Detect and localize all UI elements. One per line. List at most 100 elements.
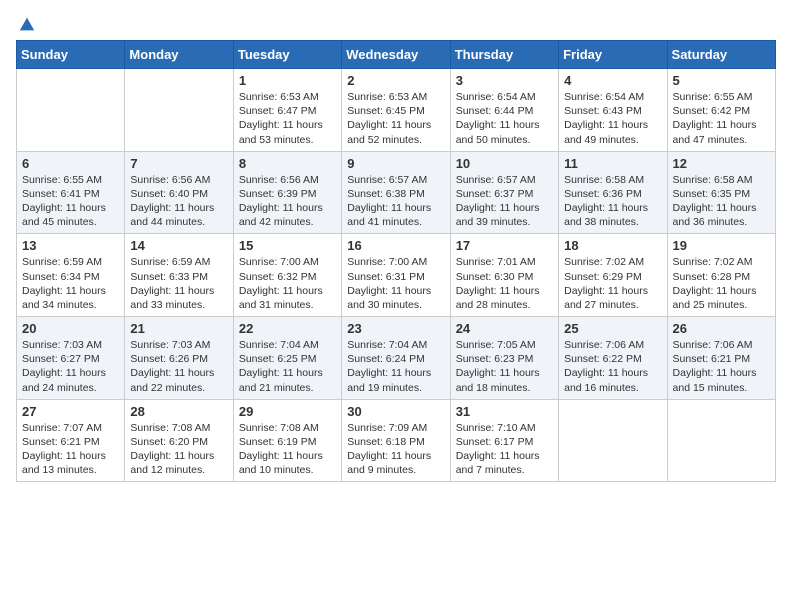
day-number: 19 (673, 238, 770, 253)
day-number: 8 (239, 156, 336, 171)
calendar-week-row: 1 Sunrise: 6:53 AMSunset: 6:47 PMDaylight… (17, 69, 776, 152)
day-info: Sunrise: 6:56 AMSunset: 6:39 PMDaylight:… (239, 173, 336, 230)
weekday-header-wednesday: Wednesday (342, 41, 450, 69)
calendar-cell: 12 Sunrise: 6:58 AMSunset: 6:35 PMDayligh… (667, 151, 775, 234)
calendar-cell: 25 Sunrise: 7:06 AMSunset: 6:22 PMDayligh… (559, 317, 667, 400)
day-number: 26 (673, 321, 770, 336)
day-number: 11 (564, 156, 661, 171)
calendar-cell: 22 Sunrise: 7:04 AMSunset: 6:25 PMDayligh… (233, 317, 341, 400)
calendar-cell: 11 Sunrise: 6:58 AMSunset: 6:36 PMDayligh… (559, 151, 667, 234)
day-number: 23 (347, 321, 444, 336)
calendar-cell: 18Sunrise: 7:02 AMSunset: 6:29 PMDayligh… (559, 234, 667, 317)
calendar-cell: 2 Sunrise: 6:53 AMSunset: 6:45 PMDaylight… (342, 69, 450, 152)
calendar-cell: 14Sunrise: 6:59 AMSunset: 6:33 PMDayligh… (125, 234, 233, 317)
calendar-cell: 29Sunrise: 7:08 AMSunset: 6:19 PMDayligh… (233, 399, 341, 482)
weekday-header-sunday: Sunday (17, 41, 125, 69)
logo-icon (18, 16, 36, 34)
day-info: Sunrise: 7:08 AMSunset: 6:20 PMDaylight:… (130, 421, 227, 478)
day-info: Sunrise: 7:00 AMSunset: 6:32 PMDaylight:… (239, 255, 336, 312)
day-info: Sunrise: 6:58 AMSunset: 6:36 PMDaylight:… (564, 173, 661, 230)
calendar-cell: 24 Sunrise: 7:05 AMSunset: 6:23 PMDayligh… (450, 317, 558, 400)
day-info: Sunrise: 6:55 AMSunset: 6:42 PMDaylight:… (673, 90, 770, 147)
calendar-cell: 4Sunrise: 6:54 AMSunset: 6:43 PMDaylight… (559, 69, 667, 152)
calendar-cell: 21 Sunrise: 7:03 AMSunset: 6:26 PMDayligh… (125, 317, 233, 400)
day-info: Sunrise: 7:09 AMSunset: 6:18 PMDaylight:… (347, 421, 444, 478)
day-number: 15 (239, 238, 336, 253)
page-header (16, 16, 776, 28)
day-number: 3 (456, 73, 553, 88)
calendar-cell: 17 Sunrise: 7:01 AMSunset: 6:30 PMDayligh… (450, 234, 558, 317)
calendar-week-row: 20Sunrise: 7:03 AMSunset: 6:27 PMDayligh… (17, 317, 776, 400)
day-number: 9 (347, 156, 444, 171)
day-info: Sunrise: 7:03 AMSunset: 6:27 PMDaylight:… (22, 338, 119, 395)
day-info: Sunrise: 6:55 AMSunset: 6:41 PMDaylight:… (22, 173, 119, 230)
logo (16, 16, 36, 28)
weekday-header-thursday: Thursday (450, 41, 558, 69)
calendar-week-row: 13 Sunrise: 6:59 AMSunset: 6:34 PMDayligh… (17, 234, 776, 317)
day-info: Sunrise: 7:01 AMSunset: 6:30 PMDaylight:… (456, 255, 553, 312)
day-number: 30 (347, 404, 444, 419)
day-number: 1 (239, 73, 336, 88)
calendar-cell (667, 399, 775, 482)
day-number: 21 (130, 321, 227, 336)
calendar-cell: 26 Sunrise: 7:06 AMSunset: 6:21 PMDayligh… (667, 317, 775, 400)
day-info: Sunrise: 7:03 AMSunset: 6:26 PMDaylight:… (130, 338, 227, 395)
calendar-cell: 30 Sunrise: 7:09 AMSunset: 6:18 PMDayligh… (342, 399, 450, 482)
calendar-week-row: 27Sunrise: 7:07 AMSunset: 6:21 PMDayligh… (17, 399, 776, 482)
calendar-week-row: 6 Sunrise: 6:55 AMSunset: 6:41 PMDaylight… (17, 151, 776, 234)
calendar-table: SundayMondayTuesdayWednesdayThursdayFrid… (16, 40, 776, 482)
calendar-cell: 1 Sunrise: 6:53 AMSunset: 6:47 PMDaylight… (233, 69, 341, 152)
day-number: 6 (22, 156, 119, 171)
day-info: Sunrise: 7:10 AMSunset: 6:17 PMDaylight:… (456, 421, 553, 478)
calendar-cell: 15 Sunrise: 7:00 AMSunset: 6:32 PMDayligh… (233, 234, 341, 317)
calendar-cell: 13 Sunrise: 6:59 AMSunset: 6:34 PMDayligh… (17, 234, 125, 317)
day-number: 12 (673, 156, 770, 171)
calendar-cell: 16Sunrise: 7:00 AMSunset: 6:31 PMDayligh… (342, 234, 450, 317)
day-info: Sunrise: 6:53 AMSunset: 6:45 PMDaylight:… (347, 90, 444, 147)
day-number: 13 (22, 238, 119, 253)
day-number: 18 (564, 238, 661, 253)
weekday-header-row: SundayMondayTuesdayWednesdayThursdayFrid… (17, 41, 776, 69)
weekday-header-tuesday: Tuesday (233, 41, 341, 69)
day-info: Sunrise: 7:02 AMSunset: 6:28 PMDaylight:… (673, 255, 770, 312)
calendar-cell (559, 399, 667, 482)
day-info: Sunrise: 7:06 AMSunset: 6:21 PMDaylight:… (673, 338, 770, 395)
day-info: Sunrise: 6:59 AMSunset: 6:34 PMDaylight:… (22, 255, 119, 312)
calendar-cell: 5 Sunrise: 6:55 AMSunset: 6:42 PMDaylight… (667, 69, 775, 152)
day-number: 28 (130, 404, 227, 419)
day-info: Sunrise: 6:56 AMSunset: 6:40 PMDaylight:… (130, 173, 227, 230)
day-info: Sunrise: 6:53 AMSunset: 6:47 PMDaylight:… (239, 90, 336, 147)
calendar-cell: 8 Sunrise: 6:56 AMSunset: 6:39 PMDaylight… (233, 151, 341, 234)
day-info: Sunrise: 6:54 AMSunset: 6:43 PMDaylight:… (564, 90, 661, 147)
day-number: 5 (673, 73, 770, 88)
calendar-cell: 28 Sunrise: 7:08 AMSunset: 6:20 PMDayligh… (125, 399, 233, 482)
day-info: Sunrise: 7:06 AMSunset: 6:22 PMDaylight:… (564, 338, 661, 395)
calendar-cell: 6 Sunrise: 6:55 AMSunset: 6:41 PMDaylight… (17, 151, 125, 234)
day-info: Sunrise: 6:59 AMSunset: 6:33 PMDaylight:… (130, 255, 227, 312)
calendar-cell (17, 69, 125, 152)
calendar-cell: 7 Sunrise: 6:56 AMSunset: 6:40 PMDaylight… (125, 151, 233, 234)
day-info: Sunrise: 6:57 AMSunset: 6:37 PMDaylight:… (456, 173, 553, 230)
day-info: Sunrise: 7:05 AMSunset: 6:23 PMDaylight:… (456, 338, 553, 395)
day-number: 24 (456, 321, 553, 336)
day-number: 17 (456, 238, 553, 253)
day-info: Sunrise: 7:04 AMSunset: 6:24 PMDaylight:… (347, 338, 444, 395)
calendar-cell: 27Sunrise: 7:07 AMSunset: 6:21 PMDayligh… (17, 399, 125, 482)
day-info: Sunrise: 6:58 AMSunset: 6:35 PMDaylight:… (673, 173, 770, 230)
calendar-cell (125, 69, 233, 152)
calendar-cell: 3 Sunrise: 6:54 AMSunset: 6:44 PMDaylight… (450, 69, 558, 152)
day-number: 25 (564, 321, 661, 336)
day-number: 10 (456, 156, 553, 171)
day-info: Sunrise: 7:00 AMSunset: 6:31 PMDaylight:… (347, 255, 444, 312)
day-info: Sunrise: 7:04 AMSunset: 6:25 PMDaylight:… (239, 338, 336, 395)
calendar-cell: 23 Sunrise: 7:04 AMSunset: 6:24 PMDayligh… (342, 317, 450, 400)
day-number: 7 (130, 156, 227, 171)
day-number: 27 (22, 404, 119, 419)
day-info: Sunrise: 6:54 AMSunset: 6:44 PMDaylight:… (456, 90, 553, 147)
day-number: 22 (239, 321, 336, 336)
day-info: Sunrise: 7:08 AMSunset: 6:19 PMDaylight:… (239, 421, 336, 478)
day-number: 2 (347, 73, 444, 88)
day-number: 31 (456, 404, 553, 419)
weekday-header-monday: Monday (125, 41, 233, 69)
calendar-cell: 31 Sunrise: 7:10 AMSunset: 6:17 PMDayligh… (450, 399, 558, 482)
